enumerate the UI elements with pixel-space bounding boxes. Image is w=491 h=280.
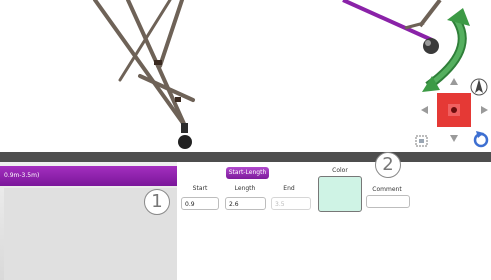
range-list-panel: 0.9m-3.5m): [0, 162, 177, 280]
support-node: [178, 135, 192, 149]
end-field: 3.5: [271, 197, 311, 210]
truss-model: [93, 0, 195, 149]
highlighted-member: [342, 0, 442, 54]
panel-divider[interactable]: [0, 152, 491, 162]
node-ball: [423, 38, 439, 54]
truss-member: [126, 0, 160, 68]
truss-member: [93, 0, 187, 128]
arrow-up-icon: [450, 78, 458, 85]
comment-field[interactable]: [366, 195, 410, 208]
arrow-down-icon: [450, 135, 458, 142]
comment-label: Comment: [372, 186, 402, 193]
callout-1: 1: [144, 189, 170, 215]
start-length-button[interactable]: Start-Length: [226, 167, 269, 179]
arrow-left-icon: [421, 106, 428, 114]
3d-viewport[interactable]: [0, 0, 491, 152]
length-label: Length: [234, 185, 256, 192]
end-label: End: [283, 185, 295, 192]
fit-view-icon[interactable]: [415, 135, 428, 147]
range-list-item-selected[interactable]: 0.9m-3.5m): [0, 166, 177, 186]
compass-icon[interactable]: [470, 78, 488, 96]
properties-panel: Start-Length Start 0.9 Length 2.6 End 3.…: [177, 162, 491, 280]
start-label: Start: [192, 185, 208, 192]
length-field[interactable]: 2.6: [225, 197, 266, 210]
color-swatch[interactable]: [318, 176, 362, 212]
start-field[interactable]: 0.9: [181, 197, 219, 210]
arrow-right-icon: [481, 106, 488, 114]
reset-view-icon[interactable]: [473, 131, 489, 148]
viewport-scene: [93, 0, 489, 149]
truss-member: [138, 74, 195, 102]
color-label: Color: [332, 167, 348, 174]
callout-2: 2: [375, 152, 401, 178]
